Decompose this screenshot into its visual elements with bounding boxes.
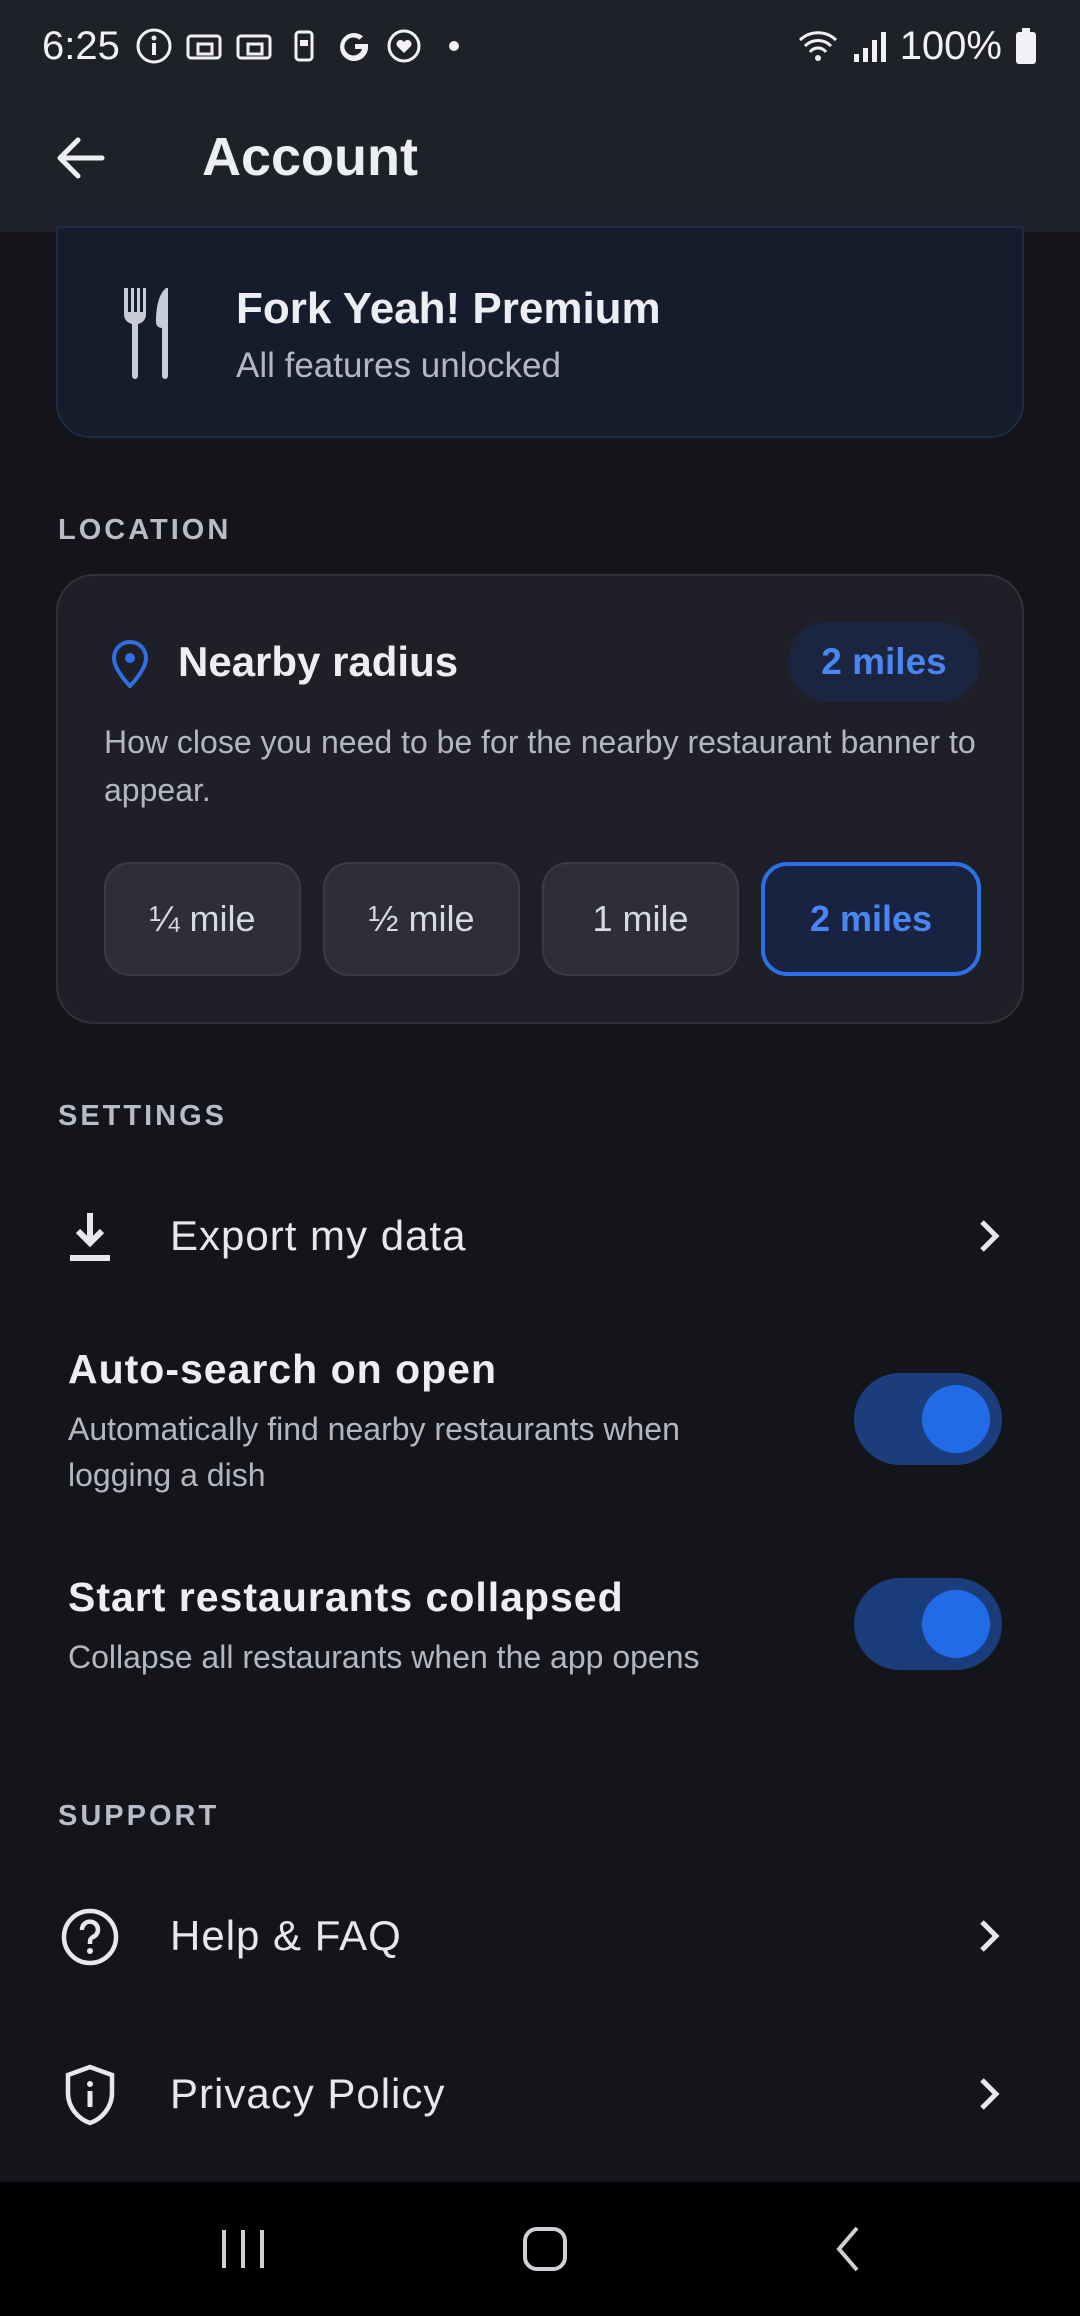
app-bar: Account bbox=[0, 92, 1080, 232]
auto-search-title: Auto-search on open bbox=[68, 1346, 498, 1392]
back-nav-button[interactable] bbox=[808, 2214, 888, 2284]
start-collapsed-toggle[interactable] bbox=[854, 1578, 1002, 1670]
status-bar: 6:25 100% bbox=[0, 0, 1080, 92]
status-time: 6:25 bbox=[42, 23, 120, 68]
status-notification-icons bbox=[134, 26, 474, 66]
auto-search-toggle[interactable] bbox=[854, 1373, 1002, 1465]
nearby-radius-title: Nearby radius bbox=[178, 638, 459, 685]
radius-option-half-mile[interactable]: ½ mile bbox=[323, 862, 520, 976]
recent-apps-icon bbox=[222, 2230, 264, 2268]
auto-search-row: Auto-search on open Automatically find n… bbox=[0, 1340, 1080, 1500]
premium-card: Fork Yeah! Premium All features unlocked bbox=[56, 226, 1024, 438]
heart-badge-icon bbox=[387, 29, 421, 63]
start-collapsed-title: Start restaurants collapsed bbox=[68, 1574, 624, 1620]
start-collapsed-row: Start restaurants collapsed Collapse all… bbox=[0, 1568, 1080, 1688]
export-data-row[interactable]: Export my data bbox=[0, 1162, 1080, 1312]
privacy-policy-label: Privacy Policy bbox=[170, 2070, 446, 2117]
nearby-radius-description: How close you need to be for the nearby … bbox=[104, 724, 976, 808]
help-faq-label: Help & FAQ bbox=[170, 1912, 402, 1959]
chevron-right-icon bbox=[980, 1220, 1000, 1252]
radius-value-badge: 2 miles bbox=[788, 622, 980, 702]
help-faq-row[interactable]: Help & FAQ bbox=[0, 1862, 1080, 2012]
home-icon bbox=[523, 2227, 567, 2271]
status-system-icons: 100% bbox=[796, 24, 1038, 69]
location-pin-icon bbox=[111, 640, 149, 688]
download-icon bbox=[58, 1205, 122, 1269]
info-icon bbox=[136, 28, 172, 64]
battery-icon bbox=[1016, 28, 1036, 64]
chevron-right-icon bbox=[980, 1920, 1000, 1952]
premium-title: Fork Yeah! Premium bbox=[236, 284, 661, 333]
radius-option-2-miles[interactable]: 2 miles bbox=[761, 862, 981, 976]
signal-icon bbox=[853, 32, 886, 62]
arrow-left-icon bbox=[57, 137, 105, 179]
radius-option-quarter-mile[interactable]: ¼ mile bbox=[104, 862, 301, 976]
home-button[interactable] bbox=[505, 2214, 585, 2284]
google-icon bbox=[339, 33, 368, 62]
cast-icon bbox=[186, 34, 222, 60]
section-label-settings: SETTINGS bbox=[58, 1100, 228, 1132]
fork-knife-icon bbox=[124, 288, 168, 379]
battery-percentage: 100% bbox=[899, 23, 1002, 68]
page-title: Account bbox=[202, 127, 418, 187]
radius-options: ¼ mile ½ mile 1 mile 2 miles bbox=[104, 862, 981, 976]
start-collapsed-description: Collapse all restaurants when the app op… bbox=[68, 1639, 700, 1675]
phone-icon bbox=[294, 30, 314, 62]
export-data-label: Export my data bbox=[170, 1212, 467, 1259]
dot-icon bbox=[448, 41, 459, 51]
back-chevron-icon bbox=[836, 2226, 859, 2272]
back-button[interactable] bbox=[48, 126, 112, 190]
toggle-knob bbox=[922, 1590, 990, 1658]
system-navigation-bar bbox=[0, 2182, 1080, 2316]
premium-subtitle: All features unlocked bbox=[236, 346, 561, 385]
privacy-policy-row[interactable]: Privacy Policy bbox=[0, 2020, 1080, 2170]
chevron-right-icon bbox=[980, 2078, 1000, 2110]
wifi-icon bbox=[798, 31, 837, 61]
recent-apps-button[interactable] bbox=[203, 2214, 283, 2284]
cast-icon bbox=[236, 34, 272, 60]
nearby-radius-card: Nearby radius 2 miles How close you need… bbox=[56, 574, 1024, 1024]
toggle-knob bbox=[922, 1385, 990, 1453]
help-circle-icon bbox=[58, 1905, 122, 1969]
auto-search-description: Automatically find nearby restaurants wh… bbox=[68, 1411, 680, 1493]
section-label-location: LOCATION bbox=[58, 514, 232, 546]
radius-option-1-mile[interactable]: 1 mile bbox=[542, 862, 739, 976]
shield-info-icon bbox=[58, 2063, 122, 2127]
section-label-support: SUPPORT bbox=[58, 1800, 220, 1832]
